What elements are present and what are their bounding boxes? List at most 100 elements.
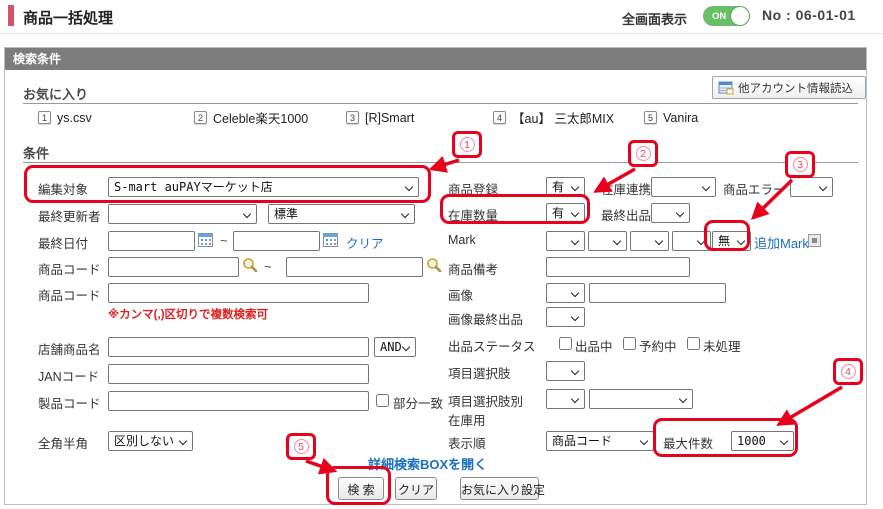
edit-target-label: 編集対象 (38, 179, 88, 198)
stock-qty-select[interactable]: 有 (546, 203, 585, 223)
item-code-range-label: 商品コード (38, 259, 101, 278)
jan-code-label: JANコード (38, 366, 99, 385)
search-button[interactable]: 検 索 (338, 477, 384, 500)
stock-link-select[interactable] (651, 177, 716, 197)
last-updater-label: 最終更新者 (38, 206, 101, 225)
favorite-item-5[interactable]: 5 Vanira (644, 110, 698, 125)
stock-link-label: 在庫連携 (601, 179, 651, 198)
sort-order-select[interactable]: 商品コード (546, 431, 654, 451)
calendar-icon[interactable] (198, 232, 214, 248)
date-range-tilde: ~ (220, 233, 228, 248)
shop-item-name-input[interactable] (108, 337, 369, 357)
partial-match-label: 部分一致 (393, 393, 443, 412)
date-clear-link[interactable]: クリア (346, 233, 384, 252)
detail-search-link[interactable]: 詳細検索BOXを開く (368, 454, 487, 473)
annotation-number: 5 (294, 439, 309, 454)
calendar-icon[interactable] (323, 232, 339, 248)
search-lookup-icon[interactable] (426, 257, 442, 273)
image-label: 画像 (448, 285, 473, 304)
annotation-number: 1 (460, 137, 475, 152)
char-width-label: 全角半角 (38, 433, 88, 452)
updater-mode-select[interactable]: 標準 (268, 204, 415, 224)
annotation-number: 3 (793, 157, 808, 172)
header-divider (0, 33, 883, 34)
fullscreen-toggle[interactable]: ON (703, 6, 750, 26)
last-date-from-input[interactable] (108, 231, 195, 251)
add-mark-link[interactable]: 追加Mark (754, 233, 809, 252)
status-listed-checkbox[interactable] (559, 337, 572, 350)
last-updater-select[interactable] (108, 204, 257, 224)
edit-target-select[interactable]: S-mart auPAYマーケット店 (108, 177, 419, 197)
favorites-divider (23, 103, 858, 104)
last-date-label: 最終日付 (38, 233, 88, 252)
favorite-item-2[interactable]: 2 Celeble楽天1000 (194, 110, 308, 125)
item-error-select[interactable] (790, 177, 833, 197)
favorite-label: Vanira (663, 111, 698, 125)
mark-select-4[interactable] (672, 231, 711, 251)
favorites-heading: お気に入り (23, 84, 88, 103)
favorite-label: [R]Smart (365, 111, 414, 125)
toggle-knob (731, 7, 749, 25)
annotation-badge-5: 5 (286, 433, 316, 460)
toggle-on-label: ON (712, 11, 726, 22)
conditions-divider (23, 162, 858, 163)
title-accent-bar (8, 5, 14, 26)
page-title: 商品一括処理 (23, 7, 113, 28)
product-code-input[interactable] (108, 391, 369, 411)
item-choice-select[interactable] (546, 361, 585, 381)
item-choice-label: 項目選択肢 (448, 363, 511, 382)
annotation-badge-3: 3 (785, 151, 815, 178)
item-code-from-input[interactable] (108, 257, 239, 277)
annotation-badge-2: 2 (628, 140, 658, 167)
annotation-badge-1: 1 (452, 131, 482, 158)
add-mark-expand-icon[interactable] (808, 234, 821, 247)
last-date-to-input[interactable] (233, 231, 320, 251)
load-other-account-label: 他アカウント情報読込 (738, 80, 853, 96)
item-error-label: 商品エラー (723, 179, 786, 198)
status-reserved-checkbox[interactable] (623, 337, 636, 350)
image-input[interactable] (589, 283, 726, 303)
mark-label: Mark (448, 233, 476, 247)
item-code-to-input[interactable] (286, 257, 423, 277)
image-last-listing-select[interactable] (546, 307, 585, 327)
item-choice-stock-select-1[interactable] (546, 389, 585, 409)
item-code-list-input[interactable] (108, 283, 369, 303)
item-register-label: 商品登録 (448, 179, 498, 198)
favorite-number-badge: 5 (644, 111, 657, 124)
item-choice-stock-label: 項目選択肢別 (448, 391, 523, 410)
partial-match-checkbox[interactable] (376, 394, 389, 407)
load-other-account-button[interactable]: 他アカウント情報読込 (712, 76, 866, 99)
fullscreen-label: 全画面表示 (622, 9, 687, 28)
favorite-item-4[interactable]: 4 【au】 三太郎MIX (493, 110, 614, 125)
image-select[interactable] (546, 283, 585, 303)
mark-select-5[interactable]: 無 (712, 231, 751, 251)
max-count-select[interactable]: 1000 (731, 431, 794, 451)
search-lookup-icon[interactable] (242, 257, 258, 273)
jan-code-input[interactable] (108, 364, 369, 384)
annotation-number: 4 (841, 364, 856, 379)
and-or-select[interactable]: AND (374, 337, 416, 357)
favorite-item-3[interactable]: 3 [R]Smart (346, 110, 414, 125)
mark-select-3[interactable] (630, 231, 669, 251)
item-note-input[interactable] (546, 257, 690, 277)
status-unprocessed-checkbox[interactable] (687, 337, 700, 350)
item-choice-stock-label2: 在庫用 (448, 410, 486, 429)
image-last-listing-label: 画像最終出品 (448, 309, 523, 328)
item-note-label: 商品備考 (448, 259, 498, 278)
char-width-select[interactable]: 区別しない (108, 431, 193, 451)
mark-select-1[interactable] (546, 231, 585, 251)
favorite-number-badge: 2 (194, 111, 207, 124)
stock-qty-label: 在庫数量 (448, 205, 498, 224)
last-listing-select[interactable] (651, 203, 690, 223)
item-register-select[interactable]: 有 (546, 177, 585, 197)
mark-select-2[interactable] (588, 231, 627, 251)
status-reserved-label: 予約中 (639, 336, 677, 355)
favorite-item-1[interactable]: 1 ys.csv (38, 110, 92, 125)
item-code-list-label: 商品コード (38, 285, 101, 304)
panel-title: 検索条件 (5, 48, 866, 70)
clear-button[interactable]: クリア (395, 477, 437, 500)
item-choice-stock-select-2[interactable] (589, 389, 693, 409)
code-range-tilde: ~ (264, 259, 272, 274)
favorite-settings-button[interactable]: お気に入り設定 (460, 477, 539, 500)
search-conditions-panel: 検索条件 お気に入り 他アカウント情報読込 1 ys.csv 2 Celeble… (4, 47, 867, 505)
